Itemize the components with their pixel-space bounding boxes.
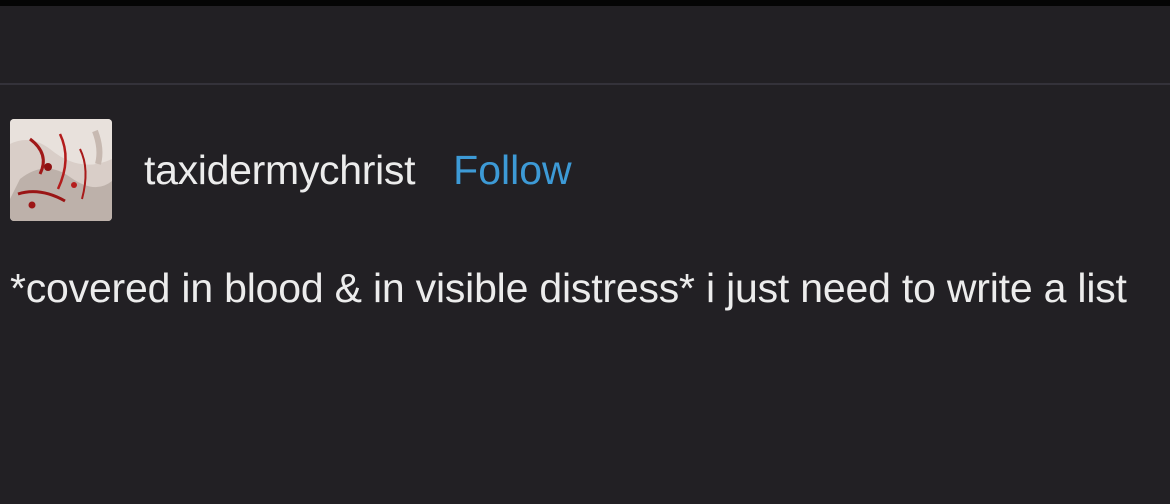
follow-button[interactable]: Follow [453,147,571,194]
post-text: *covered in blood & in visible distress*… [10,265,1127,311]
username[interactable]: taxidermychrist [144,147,415,194]
avatar[interactable] [10,119,112,221]
header-divider [0,83,1170,85]
screenshot-frame: taxidermychrist Follow *covered in blood… [0,0,1170,504]
post-header: taxidermychrist Follow [10,118,572,222]
top-bar [0,0,1170,6]
